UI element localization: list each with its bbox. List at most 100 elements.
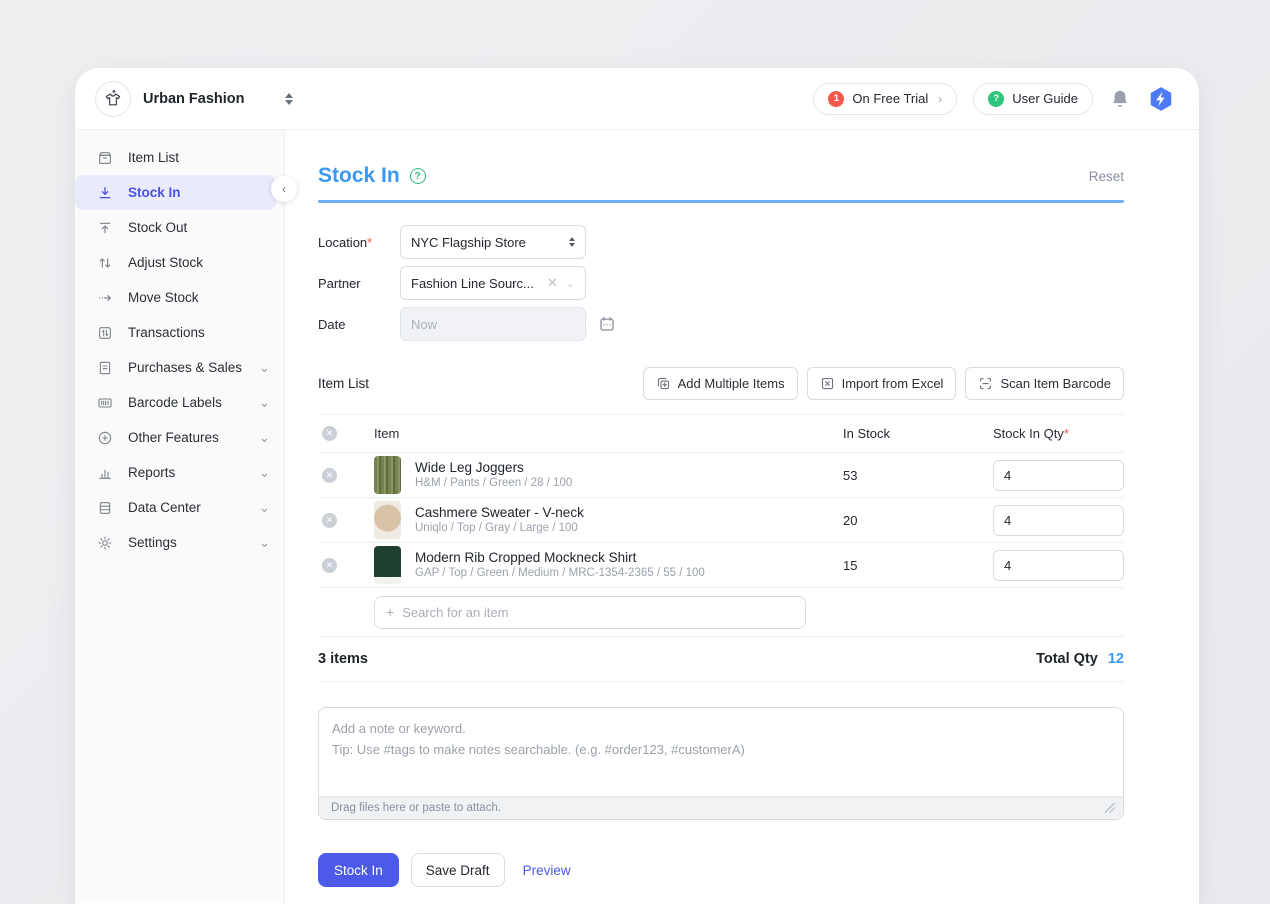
- calendar-icon[interactable]: [598, 315, 616, 333]
- table-header: ✕ Item In Stock Stock In Qty*: [318, 415, 1124, 453]
- user-guide-button[interactable]: ? User Guide: [973, 83, 1093, 115]
- bell-icon[interactable]: [1109, 88, 1131, 110]
- arrows-up-down-icon: [97, 255, 113, 271]
- resize-handle-icon[interactable]: [1105, 803, 1115, 813]
- chevron-down-icon: ⌄: [566, 277, 575, 290]
- in-stock-value: 20: [843, 513, 993, 528]
- stock-in-form: Location* NYC Flagship Store Partner Fas…: [318, 225, 1124, 341]
- qty-input[interactable]: [993, 460, 1124, 491]
- note-placeholder: Add a note or keyword. Tip: Use #tags to…: [319, 708, 1123, 770]
- clear-icon[interactable]: ✕: [547, 275, 558, 291]
- reset-button[interactable]: Reset: [1089, 169, 1124, 184]
- sidebar-item-settings[interactable]: Settings ⌄: [75, 525, 284, 560]
- partner-label: Partner: [318, 276, 400, 291]
- chevron-down-icon: ⌄: [259, 430, 270, 446]
- item-name: Wide Leg Joggers: [415, 459, 572, 476]
- scan-frame-icon: [978, 376, 993, 391]
- button-label: Import from Excel: [842, 376, 944, 391]
- qty-input[interactable]: [993, 550, 1124, 581]
- sidebar-item-item-list[interactable]: Item List: [75, 140, 284, 175]
- button-label: Scan Item Barcode: [1000, 376, 1111, 391]
- remove-all-icon[interactable]: ✕: [322, 426, 337, 441]
- import-from-excel-button[interactable]: Import from Excel: [807, 367, 957, 400]
- summary-row: 3 items Total Qty 12: [318, 637, 1124, 682]
- location-select[interactable]: NYC Flagship Store: [400, 225, 586, 259]
- sidebar-item-stock-out[interactable]: Stock Out: [75, 210, 284, 245]
- sidebar-item-data-center[interactable]: Data Center ⌄: [75, 490, 284, 525]
- sidebar-item-move-stock[interactable]: Move Stock: [75, 280, 284, 315]
- sidebar-item-stock-in[interactable]: Stock In: [75, 175, 276, 210]
- location-label: Location*: [318, 235, 400, 250]
- sidebar-item-label: Adjust Stock: [128, 255, 270, 270]
- main-content: Stock In ? Reset Location* NYC Flagship …: [285, 130, 1199, 903]
- remove-item-icon[interactable]: ✕: [322, 468, 337, 483]
- table-row: ✕ Cashmere Sweater - V-neck Uniqlo / Top…: [318, 498, 1124, 543]
- item-search-input[interactable]: + Search for an item: [374, 596, 806, 629]
- in-stock-value: 15: [843, 558, 993, 573]
- remove-item-icon[interactable]: ✕: [322, 558, 337, 573]
- brand-logo[interactable]: [95, 81, 131, 117]
- plus-circle-icon: [97, 430, 113, 446]
- app-background: Urban Fashion 1 On Free Trial › ? User G…: [0, 0, 1270, 904]
- app-window: Urban Fashion 1 On Free Trial › ? User G…: [75, 68, 1199, 904]
- sidebar: Item List Stock In Stock Out Adjust Stoc…: [75, 130, 285, 903]
- date-input[interactable]: Now: [400, 307, 586, 341]
- sidebar-item-label: Settings: [128, 535, 244, 550]
- chevron-down-icon: ⌄: [259, 535, 270, 551]
- title-underline: [318, 200, 1124, 203]
- sidebar-item-barcode-labels[interactable]: Barcode Labels ⌄: [75, 385, 284, 420]
- sidebar-item-label: Item List: [128, 150, 270, 165]
- sidebar-item-label: Stock In: [128, 185, 262, 200]
- workspace-switcher-icon[interactable]: [285, 93, 293, 105]
- arrow-up-tray-icon: [97, 220, 113, 236]
- chevron-right-icon: ›: [938, 92, 942, 106]
- sidebar-collapse-button[interactable]: ‹: [271, 176, 297, 202]
- sidebar-item-label: Other Features: [128, 430, 244, 445]
- date-label: Date: [318, 317, 400, 332]
- item-list-section-label: Item List: [318, 376, 369, 391]
- sidebar-item-label: Stock Out: [128, 220, 270, 235]
- workspace-hexagon-icon[interactable]: [1147, 85, 1175, 113]
- preview-button[interactable]: Preview: [523, 863, 571, 878]
- stock-in-button[interactable]: Stock In: [318, 853, 399, 887]
- user-guide-label: User Guide: [1012, 91, 1078, 106]
- qty-input[interactable]: [993, 505, 1124, 536]
- sidebar-item-other-features[interactable]: Other Features ⌄: [75, 420, 284, 455]
- arrow-down-tray-icon: [97, 185, 113, 201]
- chevron-down-icon: ⌄: [259, 465, 270, 481]
- item-thumbnail: [374, 501, 401, 539]
- select-arrows-icon: [569, 237, 575, 247]
- partner-value: Fashion Line Sourc...: [411, 276, 547, 291]
- top-header: Urban Fashion 1 On Free Trial › ? User G…: [75, 68, 1199, 130]
- attach-hint: Drag files here or paste to attach.: [331, 802, 501, 814]
- sidebar-item-reports[interactable]: Reports ⌄: [75, 455, 284, 490]
- total-qty-value: 12: [1108, 651, 1124, 667]
- item-name: Modern Rib Cropped Mockneck Shirt: [415, 549, 705, 566]
- help-icon[interactable]: ?: [410, 168, 426, 184]
- scan-item-barcode-button[interactable]: Scan Item Barcode: [965, 367, 1124, 400]
- note-input[interactable]: Add a note or keyword. Tip: Use #tags to…: [318, 707, 1124, 820]
- item-attrs: GAP / Top / Green / Medium / MRC-1354-23…: [415, 566, 705, 581]
- table-row: ✕ Wide Leg Joggers H&M / Pants / Green /…: [318, 453, 1124, 498]
- partner-select[interactable]: Fashion Line Sourc... ✕ ⌄: [400, 266, 586, 300]
- sidebar-item-purchases-sales[interactable]: Purchases & Sales ⌄: [75, 350, 284, 385]
- table-row: ✕ Modern Rib Cropped Mockneck Shirt GAP …: [318, 543, 1124, 588]
- bar-chart-icon: [97, 465, 113, 481]
- item-attrs: Uniqlo / Top / Gray / Large / 100: [415, 521, 584, 536]
- action-bar: Stock In Save Draft Preview: [318, 853, 1124, 887]
- sidebar-item-label: Reports: [128, 465, 244, 480]
- square-arrows-icon: [97, 325, 113, 341]
- attachment-dropzone[interactable]: Drag files here or paste to attach.: [319, 796, 1123, 819]
- item-table: ✕ Item In Stock Stock In Qty* ✕ Wide Leg…: [318, 414, 1124, 682]
- sidebar-item-transactions[interactable]: Transactions: [75, 315, 284, 350]
- dotted-arrow-right-icon: [97, 290, 113, 306]
- remove-item-icon[interactable]: ✕: [322, 513, 337, 528]
- save-draft-button[interactable]: Save Draft: [411, 853, 505, 887]
- trial-label: On Free Trial: [852, 91, 928, 106]
- excel-x-square-icon: [820, 376, 835, 391]
- sidebar-item-label: Move Stock: [128, 290, 270, 305]
- add-multiple-items-button[interactable]: Add Multiple Items: [643, 367, 798, 400]
- item-name: Cashmere Sweater - V-neck: [415, 504, 584, 521]
- sidebar-item-adjust-stock[interactable]: Adjust Stock: [75, 245, 284, 280]
- free-trial-button[interactable]: 1 On Free Trial ›: [813, 83, 957, 115]
